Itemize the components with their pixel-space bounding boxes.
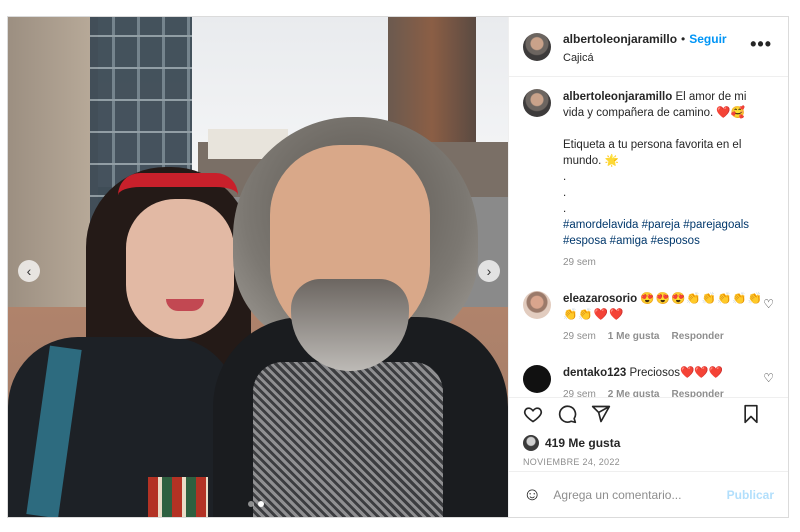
caption-avatar[interactable] — [523, 89, 551, 117]
caption-body: albertoleonjaramillo El amor de mi vida … — [563, 89, 768, 271]
heart-icon[interactable] — [523, 404, 543, 430]
carousel-dot — [248, 501, 254, 507]
carousel-prev-button[interactable]: ‹ — [18, 260, 40, 282]
commenter-avatar[interactable] — [523, 291, 551, 319]
post-side-panel: albertoleonjaramillo • Seguir Cajicá ••• a… — [508, 17, 788, 517]
post-header: albertoleonjaramillo • Seguir Cajicá ••• — [509, 17, 788, 77]
comment-meta: 29 sem 1 Me gusta Responder — [563, 329, 763, 345]
caption-time: 29 sem — [563, 257, 596, 268]
comment-time: 29 sem — [563, 331, 596, 342]
comment-like-heart-icon[interactable]: ♡ — [763, 371, 774, 385]
comment-time: 29 sem — [563, 389, 596, 397]
photo-man-vest — [253, 362, 443, 517]
reply-button[interactable]: Responder — [671, 389, 723, 397]
post-date: NOVIEMBRE 24, 2022 — [523, 457, 620, 467]
header-top-line: albertoleonjaramillo • Seguir — [563, 30, 727, 48]
reply-button[interactable]: Responder — [671, 331, 723, 342]
publish-button[interactable]: Publicar — [727, 488, 774, 502]
comment-item: eleazarosorio 😍😍😍👏👏👏👏👏👏👏❤️❤️ 29 sem 1 Me … — [523, 291, 774, 345]
comment-body: eleazarosorio 😍😍😍👏👏👏👏👏👏👏❤️❤️ 29 sem 1 Me … — [563, 291, 763, 345]
comment-icon[interactable] — [557, 404, 577, 430]
post-photo[interactable]: ‹ › — [8, 17, 508, 517]
follow-button[interactable]: Seguir — [689, 32, 726, 46]
share-icon[interactable] — [591, 404, 611, 430]
caption-hashtags[interactable]: #amordelavida #pareja #parejagoals #espo… — [563, 219, 749, 247]
commenter-username[interactable]: eleazarosorio — [563, 293, 637, 305]
likes-count[interactable]: 419 Me gusta — [545, 436, 620, 450]
liker-avatar[interactable] — [523, 435, 539, 451]
carousel-dots — [248, 501, 264, 507]
author-username[interactable]: albertoleonjaramillo — [563, 32, 677, 46]
action-bar — [509, 397, 788, 435]
add-comment-bar: ☺ Agrega un comentario... Publicar — [509, 471, 788, 517]
photo-woman-smile — [166, 299, 204, 311]
photo-woman-face — [126, 199, 234, 339]
caption-username[interactable]: albertoleonjaramillo — [563, 91, 672, 103]
comment-text: Preciosos❤️❤️❤️ — [629, 367, 723, 379]
post-location[interactable]: Cajicá — [563, 52, 727, 64]
carousel-dot — [258, 501, 264, 507]
comment-likes[interactable]: 2 Me gusta — [608, 389, 660, 397]
photo-red-headband — [118, 173, 238, 199]
comment-body: dentako123 Preciosos❤️❤️❤️ 29 sem 2 Me gu… — [563, 365, 763, 397]
caption-text: El amor de mi vida y compañera de camino… — [563, 91, 747, 215]
header-separator: • — [681, 31, 686, 46]
photo-building — [8, 17, 98, 357]
commenter-avatar[interactable] — [523, 365, 551, 393]
comments-list: albertoleonjaramillo El amor de mi vida … — [509, 77, 788, 397]
header-text: albertoleonjaramillo • Seguir Cajicá — [563, 30, 727, 64]
comment-meta: 29 sem 2 Me gusta Responder — [563, 387, 763, 397]
commenter-username[interactable]: dentako123 — [563, 367, 626, 379]
comment-likes[interactable]: 1 Me gusta — [608, 331, 660, 342]
more-options-icon[interactable]: ••• — [750, 34, 772, 55]
carousel-next-button[interactable]: › — [478, 260, 500, 282]
comment-item: dentako123 Preciosos❤️❤️❤️ 29 sem 2 Me gu… — [523, 365, 774, 397]
emoji-icon[interactable]: ☺ — [523, 484, 541, 505]
author-avatar[interactable] — [523, 32, 551, 61]
likes-row: 419 Me gusta — [509, 435, 788, 451]
comment-input[interactable]: Agrega un comentario... — [553, 488, 726, 502]
bookmark-icon[interactable] — [742, 404, 760, 430]
photo-books — [148, 477, 208, 517]
post-modal: ‹ › albertoleonjaramillo • Seguir Cajicá •… — [7, 16, 789, 518]
post-caption: albertoleonjaramillo El amor de mi vida … — [523, 89, 774, 271]
comment-like-heart-icon[interactable]: ♡ — [763, 297, 774, 311]
